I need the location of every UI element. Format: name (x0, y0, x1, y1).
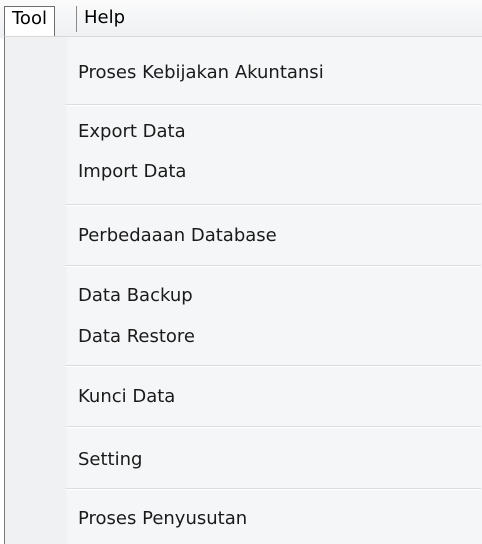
menu-item-kunci-data[interactable]: Kunci Data (5, 378, 481, 418)
menu-item-import-data[interactable]: Import Data (5, 153, 481, 193)
menu-item-data-restore[interactable]: Data Restore (5, 318, 481, 358)
menu-separator (65, 265, 481, 267)
menu-separator (65, 488, 481, 490)
menu-separator (65, 204, 481, 206)
menu-item-export-data[interactable]: Export Data (5, 113, 481, 153)
menu-item-label: Perbedaaan Database (78, 225, 277, 246)
menu-item-label: Export Data (78, 121, 186, 142)
menu-item-label: Setting (78, 449, 143, 470)
menu-bar: Tool Help (0, 0, 482, 38)
application-window: Tool Help Proses Kebijakan Akuntansi Exp… (0, 0, 482, 544)
menu-item-label: Data Backup (78, 285, 193, 306)
menu-item-label: Proses Penyusutan (78, 508, 248, 529)
menu-item-data-backup[interactable]: Data Backup (5, 277, 481, 317)
menu-separator (65, 365, 481, 367)
menu-item-perbedaaan-database[interactable]: Perbedaaan Database (5, 217, 481, 257)
menu-separator (65, 104, 481, 106)
tool-dropdown-menu: Proses Kebijakan Akuntansi Export Data I… (4, 36, 482, 544)
menu-item-label: Proses Kebijakan Akuntansi (78, 62, 324, 83)
menu-item-label: Kunci Data (78, 386, 176, 407)
menu-item-label: Import Data (78, 161, 187, 182)
menu-item-label: Data Restore (78, 326, 195, 347)
menu-separator (65, 426, 481, 428)
menu-item-proses-penyusutan[interactable]: Proses Penyusutan (5, 500, 481, 540)
menu-item-setting[interactable]: Setting (5, 441, 481, 481)
menu-tool[interactable]: Tool (4, 6, 55, 36)
menu-help[interactable]: Help (76, 6, 132, 32)
menu-item-proses-kebijakan-akuntansi[interactable]: Proses Kebijakan Akuntansi (5, 54, 481, 94)
